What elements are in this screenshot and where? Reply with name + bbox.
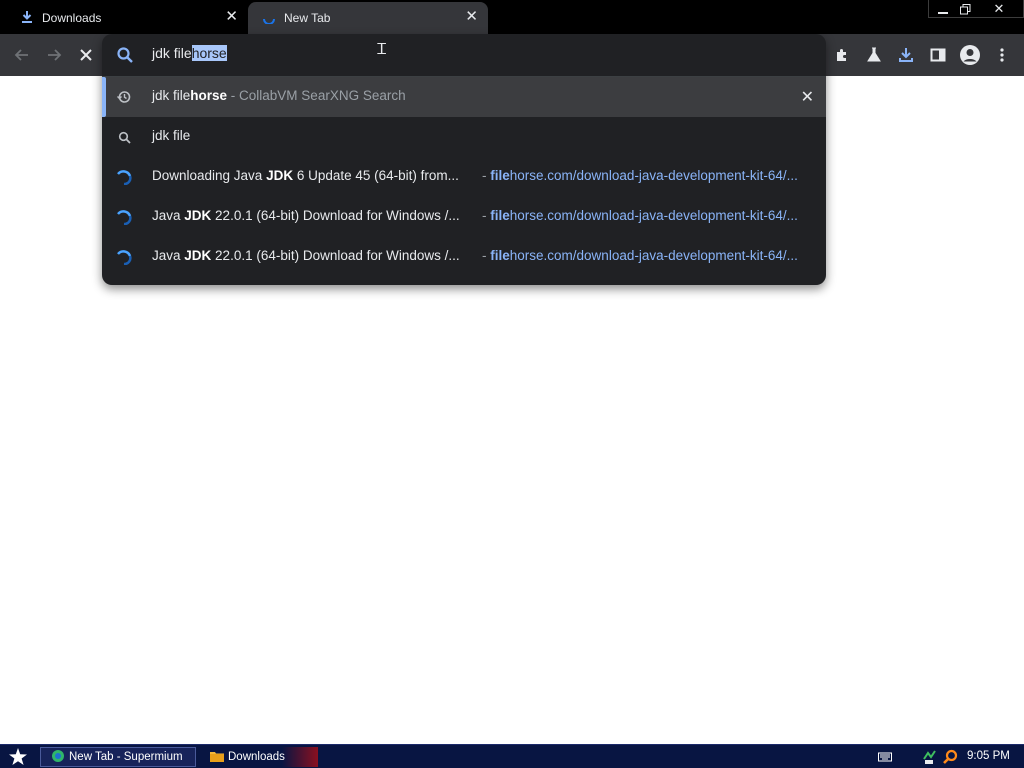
back-icon[interactable] — [10, 43, 34, 67]
side-panel-icon[interactable] — [926, 43, 950, 67]
labs-flask-icon[interactable] — [862, 43, 886, 67]
supermium-icon — [51, 749, 65, 766]
task-label: New Tab - Supermium — [69, 751, 183, 763]
tab-close-icon[interactable]: ✕ — [225, 9, 238, 25]
start-button[interactable] — [6, 746, 30, 768]
tab-label: New Tab — [284, 11, 331, 25]
extensions-icon[interactable] — [830, 43, 854, 67]
taskbar-item-supermium[interactable]: New Tab - Supermium — [40, 747, 196, 767]
tab-label: Downloads — [42, 11, 102, 25]
search-icon — [116, 46, 134, 69]
tab-downloads[interactable]: Downloads ✕ — [0, 2, 248, 34]
taskbar: New Tab - Supermium Downloads 9:05 PM — [0, 744, 1024, 768]
taskbar-item-downloads[interactable]: Downloads — [198, 747, 318, 767]
autocomplete-selection: horse — [191, 45, 227, 61]
page-content — [0, 76, 1024, 744]
search-tray-icon[interactable] — [942, 749, 958, 765]
download-icon — [20, 10, 34, 27]
omnibox-text[interactable]: jdk filehorse — [152, 45, 227, 61]
stop-icon[interactable] — [74, 43, 98, 67]
close-icon[interactable]: ✕ — [984, 0, 1014, 18]
start-star-icon — [9, 748, 27, 765]
loading-spinner-icon — [262, 10, 276, 27]
keyboard-icon[interactable] — [877, 749, 893, 765]
typed-text: jdk file — [152, 45, 192, 61]
downloads-icon[interactable] — [894, 43, 918, 67]
screen: Downloads ✕ New Tab ✕ ✕ jdk filehorse Ꮖ … — [0, 0, 1024, 768]
network-icon[interactable] — [922, 749, 938, 765]
tab-new-tab[interactable]: New Tab ✕ — [248, 2, 488, 34]
clock: 9:05 PM — [967, 750, 1010, 762]
tab-close-icon[interactable]: ✕ — [465, 9, 478, 25]
forward-icon[interactable] — [42, 43, 66, 67]
text-cursor-icon: Ꮖ — [377, 41, 387, 58]
tab-strip: Downloads ✕ New Tab ✕ ✕ — [0, 0, 1024, 34]
menu-icon[interactable] — [990, 43, 1014, 67]
task-label: Downloads — [228, 751, 285, 763]
profile-icon[interactable] — [958, 43, 982, 67]
folder-icon — [210, 750, 224, 765]
omnibox-input[interactable]: jdk filehorse Ꮖ — [102, 34, 826, 76]
restore-icon[interactable] — [950, 0, 980, 18]
